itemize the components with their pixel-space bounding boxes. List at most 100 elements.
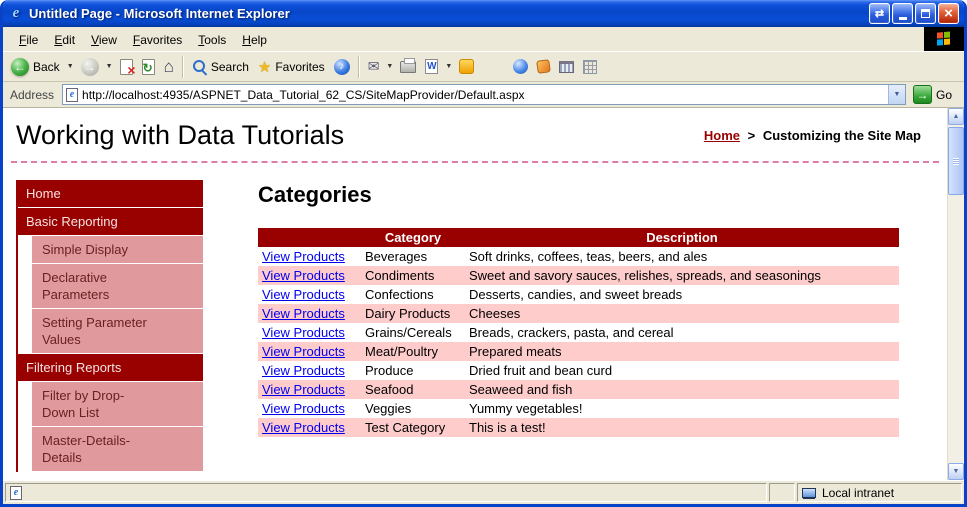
sidebar-item[interactable]: Home [16, 180, 203, 208]
forward-icon [80, 57, 99, 76]
security-zone-panel: Local intranet [797, 483, 962, 502]
menu-favorites[interactable]: Favorites [125, 29, 190, 50]
toolbar-separator [357, 55, 360, 78]
view-products-link[interactable]: View Products [262, 363, 345, 378]
description-cell: Cheeses [469, 306, 521, 321]
go-button[interactable]: Go [911, 85, 960, 104]
view-products-cell: View Products [258, 380, 361, 399]
stop-button[interactable] [116, 56, 137, 78]
address-label: Address [10, 87, 55, 102]
description-cell: Seaweed and fish [469, 382, 573, 397]
category-cell: Veggies [365, 401, 412, 416]
title-bar[interactable]: Untitled Page - Microsoft Internet Explo… [3, 0, 964, 27]
breadcrumb-home-link[interactable]: Home [704, 128, 740, 143]
sidebar-item[interactable]: Declarative Parameters [32, 264, 203, 309]
tiles-button[interactable] [579, 57, 601, 77]
view-products-link[interactable]: View Products [262, 306, 345, 321]
address-dropdown[interactable] [887, 85, 905, 104]
mail-button[interactable] [364, 55, 384, 78]
view-products-link[interactable]: View Products [262, 268, 345, 283]
back-label: Back [33, 59, 60, 74]
research-button[interactable] [533, 57, 554, 76]
orange-tool-icon [536, 59, 552, 74]
minimize-icon [898, 17, 907, 20]
view-products-link[interactable]: View Products [262, 401, 345, 416]
header-cell-category: Category [361, 228, 465, 247]
zone-label: Local intranet [822, 485, 895, 500]
view-products-link[interactable]: View Products [262, 420, 345, 435]
sidebar-item[interactable]: Setting Parameter Values [32, 309, 203, 354]
home-button[interactable] [160, 54, 178, 80]
mail-dropdown[interactable] [384, 63, 395, 70]
media-button[interactable] [330, 56, 354, 78]
mail-icon [368, 58, 380, 75]
sidebar-item[interactable]: Basic Reporting [16, 208, 203, 236]
scrollbar-track[interactable] [948, 125, 964, 463]
maximize-button[interactable] [915, 3, 936, 24]
menu-help[interactable]: Help [234, 29, 275, 50]
table-row: View Products Beverages Soft drinks, coffe… [258, 247, 899, 266]
description-cell: Desserts, candies, and sweet breads [469, 287, 683, 302]
menu-bar: File Edit View Favorites Tools Help [3, 27, 964, 51]
menu-bar-items: File Edit View Favorites Tools Help [11, 27, 275, 51]
blue-sphere-icon [513, 59, 529, 74]
address-input[interactable]: http://localhost:4935/ASPNET_Data_Tutori… [62, 84, 906, 105]
description-cell: Breads, crackers, pasta, and cereal [469, 325, 674, 340]
msn-button[interactable] [509, 56, 532, 77]
forward-button[interactable] [77, 55, 103, 79]
scroll-up-button[interactable] [948, 108, 964, 125]
categories-table-body: View Products Beverages Soft drinks, coffe… [258, 247, 899, 437]
minimize-button[interactable] [892, 3, 913, 24]
view-products-link[interactable]: View Products [262, 249, 345, 264]
description-cell: Prepared meats [469, 344, 562, 359]
table-header-row: Category Description [258, 228, 899, 247]
header-cell-description: Description [465, 228, 899, 247]
sidebar-item[interactable]: Simple Display [32, 236, 203, 264]
content-area: Working with Data Tutorials Home > Custo… [3, 108, 964, 480]
forward-dropdown[interactable] [104, 63, 115, 70]
table-row: View Products Veggies Yummy vegetables! [258, 399, 899, 418]
table-row: View Products Test Category This is a test… [258, 418, 899, 437]
sites-button[interactable] [555, 58, 578, 76]
search-label: Search [210, 59, 249, 74]
favorites-button[interactable]: Favorites [254, 55, 329, 79]
back-dropdown[interactable] [65, 63, 76, 70]
category-cell: Dairy Products [365, 306, 451, 321]
edit-dropdown[interactable] [443, 63, 454, 70]
view-products-link[interactable]: View Products [262, 325, 345, 340]
menu-file[interactable]: File [11, 29, 46, 50]
menu-view[interactable]: View [83, 29, 125, 50]
table-row: View Products Grains/Cereals Breads, crack… [258, 323, 899, 342]
scrollbar-thumb[interactable] [948, 127, 964, 195]
window-controls [869, 3, 959, 24]
category-cell: Meat/Poultry [365, 344, 438, 359]
scroll-down-button[interactable] [948, 463, 964, 480]
category-cell: Condiments [365, 268, 435, 283]
refresh-button[interactable] [138, 56, 159, 78]
print-button[interactable] [396, 57, 420, 76]
toggle-size-button[interactable] [869, 3, 890, 24]
sidebar-item[interactable]: Filter by Drop-Down List [32, 382, 203, 427]
favorites-star-icon [258, 58, 271, 76]
address-url: http://localhost:4935/ASPNET_Data_Tutori… [82, 87, 525, 102]
browser-window: Untitled Page - Microsoft Internet Explo… [0, 0, 967, 507]
media-icon [333, 58, 350, 75]
menu-tools[interactable]: Tools [190, 29, 234, 50]
description-cell: This is a test! [469, 420, 546, 435]
back-button[interactable]: Back [7, 55, 64, 79]
edit-with-word-button[interactable] [421, 56, 442, 77]
search-button[interactable]: Search [188, 56, 253, 77]
sidebar-item[interactable]: Master-Details-Details [32, 427, 203, 472]
close-button[interactable] [938, 3, 959, 24]
view-products-link[interactable]: View Products [262, 287, 345, 302]
view-products-link[interactable]: View Products [262, 344, 345, 359]
messenger-button[interactable] [455, 56, 478, 77]
sidebar-item[interactable]: Filtering Reports [16, 354, 203, 382]
category-cell: Seafood [365, 382, 414, 397]
view-products-link[interactable]: View Products [262, 382, 345, 397]
vertical-scrollbar[interactable] [947, 108, 964, 480]
menu-edit[interactable]: Edit [46, 29, 83, 50]
breadcrumb: Home > Customizing the Site Map [704, 128, 921, 143]
maximize-icon [921, 9, 930, 18]
category-cell: Confections [365, 287, 434, 302]
